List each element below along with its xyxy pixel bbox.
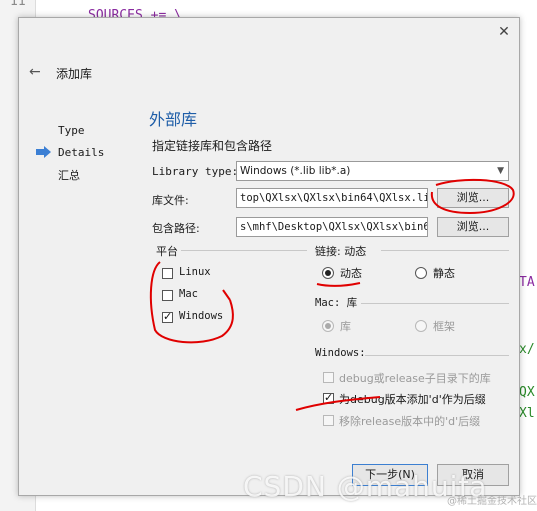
dynamic-radio[interactable] [322, 267, 334, 279]
platform-group-divider [181, 250, 307, 251]
linux-label: Linux [179, 266, 211, 278]
library-type-select[interactable]: Windows (*.lib lib*.a) ▼ [236, 161, 509, 181]
page-subtitle: 指定链接库和包含路径 [152, 139, 273, 153]
nav-item-type[interactable]: Type [58, 124, 85, 137]
mac-framework-radio[interactable] [415, 320, 427, 332]
windows-group-title: Windows: [315, 347, 366, 359]
mac-library-label: 库 [340, 320, 351, 333]
remove-d-suffix-checkbox[interactable] [323, 415, 334, 426]
code-fragment-3: QX [519, 385, 535, 400]
dialog-title: 添加库 [56, 67, 93, 81]
code-fragment-1: TA [519, 275, 535, 290]
browse-library-button[interactable]: 浏览... [437, 188, 509, 208]
browse-include-button[interactable]: 浏览... [437, 217, 509, 237]
back-arrow-icon[interactable]: ← [29, 64, 41, 80]
mac-checkbox[interactable] [162, 290, 173, 301]
nav-item-summary[interactable]: 汇总 [58, 167, 80, 183]
current-step-arrow-icon [36, 146, 51, 158]
windows-label: Windows [179, 310, 224, 322]
include-path-input[interactable]: s\mhf\Desktop\QXlsx\QXlsx\bin64 [236, 217, 428, 237]
library-type-value: Windows (*.lib lib*.a) [240, 165, 351, 177]
debug-release-subdir-checkbox[interactable] [323, 372, 334, 383]
debug-release-subdir-label: debug或release子目录下的库 [339, 372, 491, 385]
nav-item-details[interactable]: Details [58, 146, 104, 159]
windows-group-divider [365, 355, 509, 356]
mac-framework-label: 框架 [433, 320, 455, 333]
windows-checkbox[interactable] [162, 310, 173, 323]
library-file-input[interactable]: top\QXlsx\QXlsx\bin64\QXlsx.lib [236, 188, 428, 208]
add-library-dialog: ✕ ← 添加库 Type Details 汇总 外部库 指定链接库和包含路径 L… [18, 17, 520, 496]
mac-label: Mac [179, 288, 198, 300]
code-fragment-4: Xl [519, 406, 535, 421]
page-title: 外部库 [149, 110, 198, 129]
code-fragment-2: x/ [519, 342, 535, 357]
include-path-label: 包含路径: [152, 222, 200, 235]
remove-d-suffix-label: 移除release版本中的'd'后缀 [339, 415, 481, 428]
mac-library-radio[interactable] [322, 320, 334, 332]
linking-group-title: 链接: 动态 [315, 245, 367, 258]
watermark-subtext: @稀土掘金技术社区 [447, 496, 537, 507]
linux-checkbox[interactable] [162, 268, 173, 279]
linking-group-divider [381, 250, 509, 251]
line-number: 11 [10, 0, 26, 9]
static-radio[interactable] [415, 267, 427, 279]
close-icon[interactable]: ✕ [497, 25, 511, 39]
add-d-suffix-label: 为debug版本添加'd'作为后缀 [339, 393, 486, 406]
static-label: 静态 [433, 267, 455, 280]
add-d-suffix-checkbox[interactable] [323, 391, 334, 404]
platform-group-title: 平台 [156, 245, 178, 258]
library-file-label: 库文件: [152, 194, 189, 207]
chevron-down-icon: ▼ [497, 166, 504, 176]
mac-lib-group-divider [361, 303, 509, 304]
library-type-label: Library type: [152, 165, 239, 178]
mac-lib-group-title: Mac: 库 [315, 297, 358, 309]
dynamic-label: 动态 [340, 267, 362, 280]
